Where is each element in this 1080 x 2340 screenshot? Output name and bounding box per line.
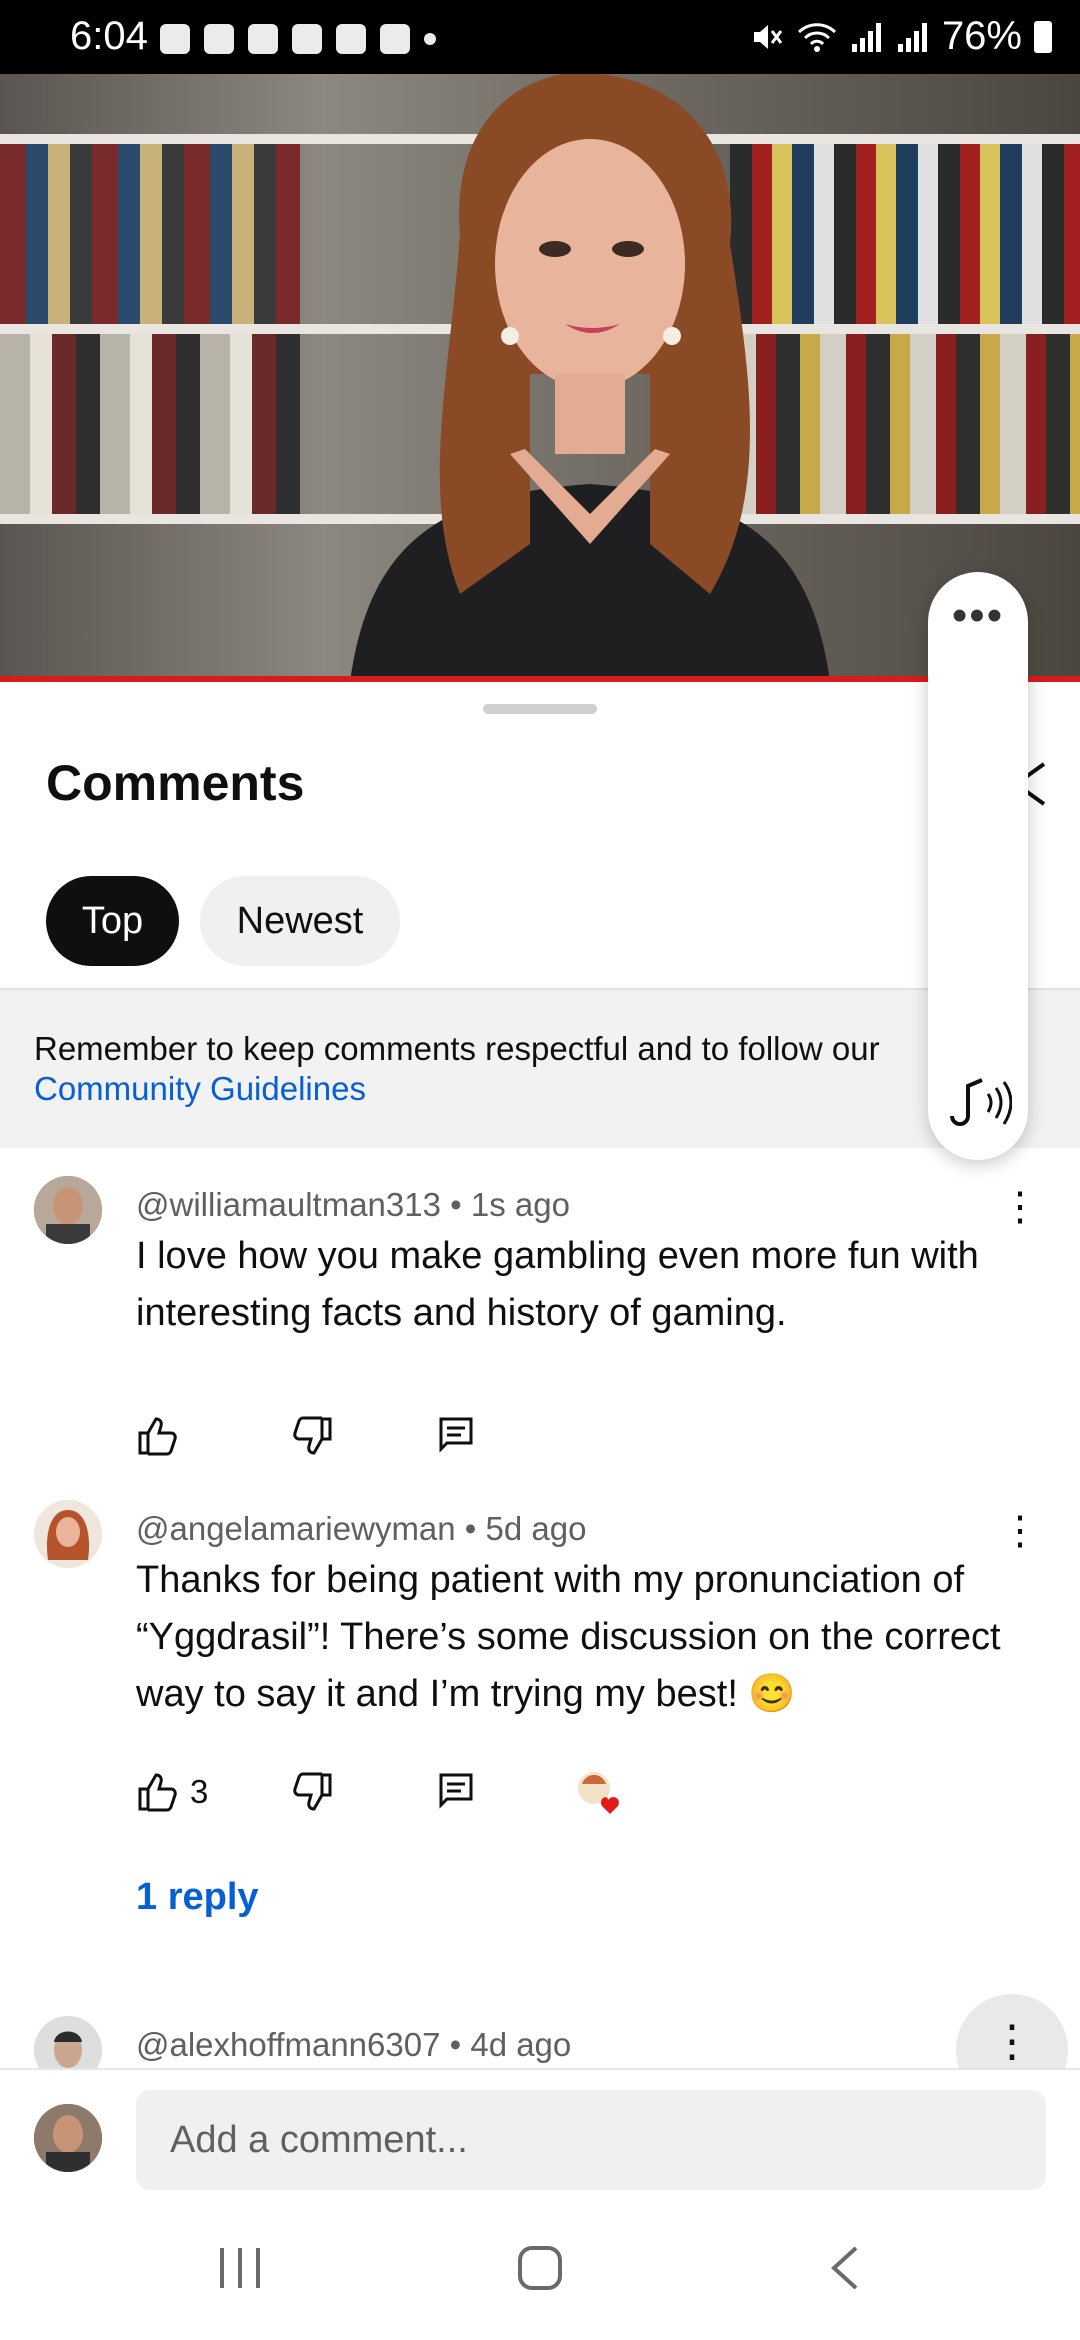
comment-author-meta[interactable]: @alexhoffmann6307 • 4d ago [136,2026,571,2064]
notice-text: Remember to keep comments respectful and… [34,1030,880,1067]
comment-item: @alexhoffmann6307 • 4d ago [0,2016,1080,2068]
avatar[interactable] [34,1500,102,1568]
community-guidelines-link[interactable]: Community Guidelines [34,1070,366,1108]
edge-panel[interactable]: ••• [928,572,1028,1160]
more-options-icon: ⋮ [990,2017,1034,2066]
video-scene-books [0,144,300,324]
comment-actions [136,1406,536,1466]
temu-icon [248,24,278,54]
dislike-icon[interactable] [292,1406,334,1466]
comment-text: Thanks for being patient with my pronunc… [136,1559,1001,1715]
signal-icon [851,22,881,52]
system-nav-bar [0,2200,1080,2340]
battery-icon [1034,20,1052,53]
creator-heart-icon [572,1762,628,1822]
back-icon[interactable] [826,2244,862,2292]
avatar[interactable] [34,2016,102,2068]
filter-chip-top[interactable]: Top [46,876,179,966]
view-replies-link[interactable]: 1 reply [136,1876,259,1919]
comment-composer: Add a comment... [0,2068,1080,2200]
like-button[interactable]: 3 [136,1762,208,1822]
dislike-icon[interactable] [292,1762,334,1822]
avatar[interactable] [34,1176,102,1244]
comment-item: @angelamariewyman • 5d ago ⋮ Thanks for … [0,1500,1080,1970]
video-scene-books [0,334,300,514]
video-progress-bar[interactable] [0,676,1080,682]
notification-app-icon [204,24,234,54]
add-comment-input[interactable]: Add a comment... [136,2090,1046,2190]
more-notifications-dot-icon [424,33,436,45]
filter-chip-newest[interactable]: Newest [200,876,400,966]
reply-icon[interactable] [438,1762,474,1822]
drag-handle[interactable] [483,704,597,714]
recent-apps-icon[interactable] [216,2246,264,2290]
video-player[interactable] [0,74,1080,682]
reply-icon[interactable] [438,1406,474,1466]
like-count: 3 [190,1773,209,1810]
comment-author-meta[interactable]: @williamaultman313 • 1s ago [136,1186,570,1224]
notification-icons [160,24,436,54]
wifi-icon [797,22,836,52]
comment-text: I love how you make gambling even more f… [136,1235,979,1334]
video-presenter [350,74,830,682]
like-icon [138,1773,177,1812]
sound-assistant-icon[interactable] [946,1072,1012,1132]
community-notice: Remember to keep comments respectful and… [0,988,1080,1148]
comment-item: @williamaultman313 • 1s ago ⋮ I love how… [0,1176,1080,1476]
comment-author-meta[interactable]: @angelamariewyman • 5d ago [136,1510,586,1548]
like-icon[interactable] [136,1406,178,1466]
snapchat-icon [160,24,190,54]
more-options-icon[interactable]: ⋮ [1000,1508,1040,1554]
status-bar: 6:04 76% [0,0,1080,74]
home-icon[interactable] [516,2244,564,2292]
more-options-icon[interactable]: ⋮ [1000,1184,1040,1230]
status-time: 6:04 [70,14,148,58]
comment-actions: 3 [136,1762,656,1822]
user-avatar[interactable] [34,2104,102,2172]
temu-icon [380,24,410,54]
sheet-title: Comments [46,755,305,811]
notification-app-icon [336,24,366,54]
edge-panel-menu-icon[interactable]: ••• [928,594,1028,638]
mute-icon [753,24,783,49]
signal-icon [897,22,927,52]
status-right: 76% [750,14,1052,59]
notification-app-icon [292,24,322,54]
battery-percentage: 76% [941,14,1022,58]
